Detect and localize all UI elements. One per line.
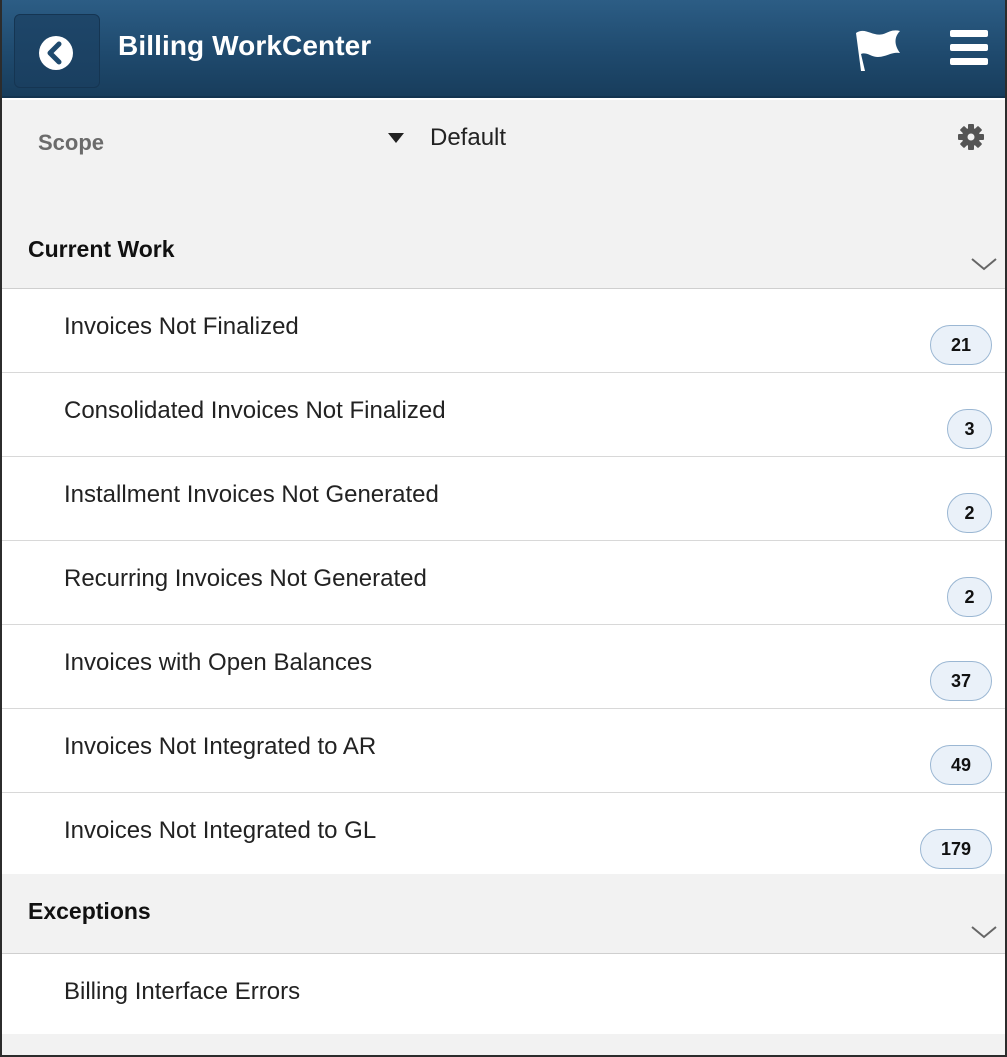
list-item-label: Installment Invoices Not Generated (64, 481, 439, 508)
scope-label: Scope (38, 130, 105, 155)
count-badge: 37 (930, 661, 992, 701)
count-badge: 21 (930, 325, 992, 365)
list-item-label: Invoices Not Integrated to AR (64, 733, 377, 760)
count-badge: 49 (930, 745, 992, 785)
back-button[interactable] (14, 14, 100, 88)
list-item-label: Invoices Not Integrated to GL (64, 817, 377, 844)
list-item[interactable]: Invoices with Open Balances 37 (2, 625, 1005, 709)
list-item[interactable]: Billing Interface Errors (2, 954, 1005, 1034)
section-current-work[interactable]: Current Work (2, 178, 1005, 289)
list-item[interactable]: Installment Invoices Not Generated 2 (2, 457, 1005, 541)
scope-bar: Scope Default (2, 100, 1005, 178)
count-badge: 2 (947, 493, 992, 533)
list-item-label: Invoices with Open Balances (64, 649, 373, 676)
section-footer (2, 1034, 1005, 1055)
list-item[interactable]: Invoices Not Integrated to GL 179 (2, 793, 1005, 877)
count-badge: 2 (947, 577, 992, 617)
list-item[interactable]: Consolidated Invoices Not Finalized 3 (2, 373, 1005, 457)
chevron-down-icon[interactable] (970, 924, 998, 945)
page-title: Billing WorkCenter (118, 30, 372, 61)
chevron-down-icon[interactable] (970, 256, 998, 277)
caret-down-icon (388, 133, 404, 143)
section-title: Current Work (28, 236, 175, 262)
section-title: Exceptions (28, 898, 151, 924)
list-item-label: Recurring Invoices Not Generated (64, 565, 427, 592)
app-frame: Billing WorkCenter Scope Default Current… (0, 0, 1007, 1057)
scope-selected-value: Default (430, 124, 507, 151)
list-item[interactable]: Invoices Not Integrated to AR 49 (2, 709, 1005, 793)
list-item-label: Consolidated Invoices Not Finalized (64, 397, 446, 424)
list-item-label: Billing Interface Errors (64, 978, 301, 1005)
count-badge: 179 (920, 829, 992, 869)
list-item[interactable]: Recurring Invoices Not Generated 2 (2, 541, 1005, 625)
header-bar: Billing WorkCenter (2, 0, 1005, 98)
list-item-label: Invoices Not Finalized (64, 313, 299, 340)
flag-icon[interactable] (852, 27, 902, 78)
hamburger-menu-icon[interactable] (950, 28, 988, 73)
section-exceptions[interactable]: Exceptions (2, 874, 1005, 954)
chevron-left-icon (39, 36, 73, 70)
count-badge: 3 (947, 409, 992, 449)
list-item[interactable]: Invoices Not Finalized 21 (2, 289, 1005, 373)
gear-icon[interactable] (957, 122, 985, 157)
